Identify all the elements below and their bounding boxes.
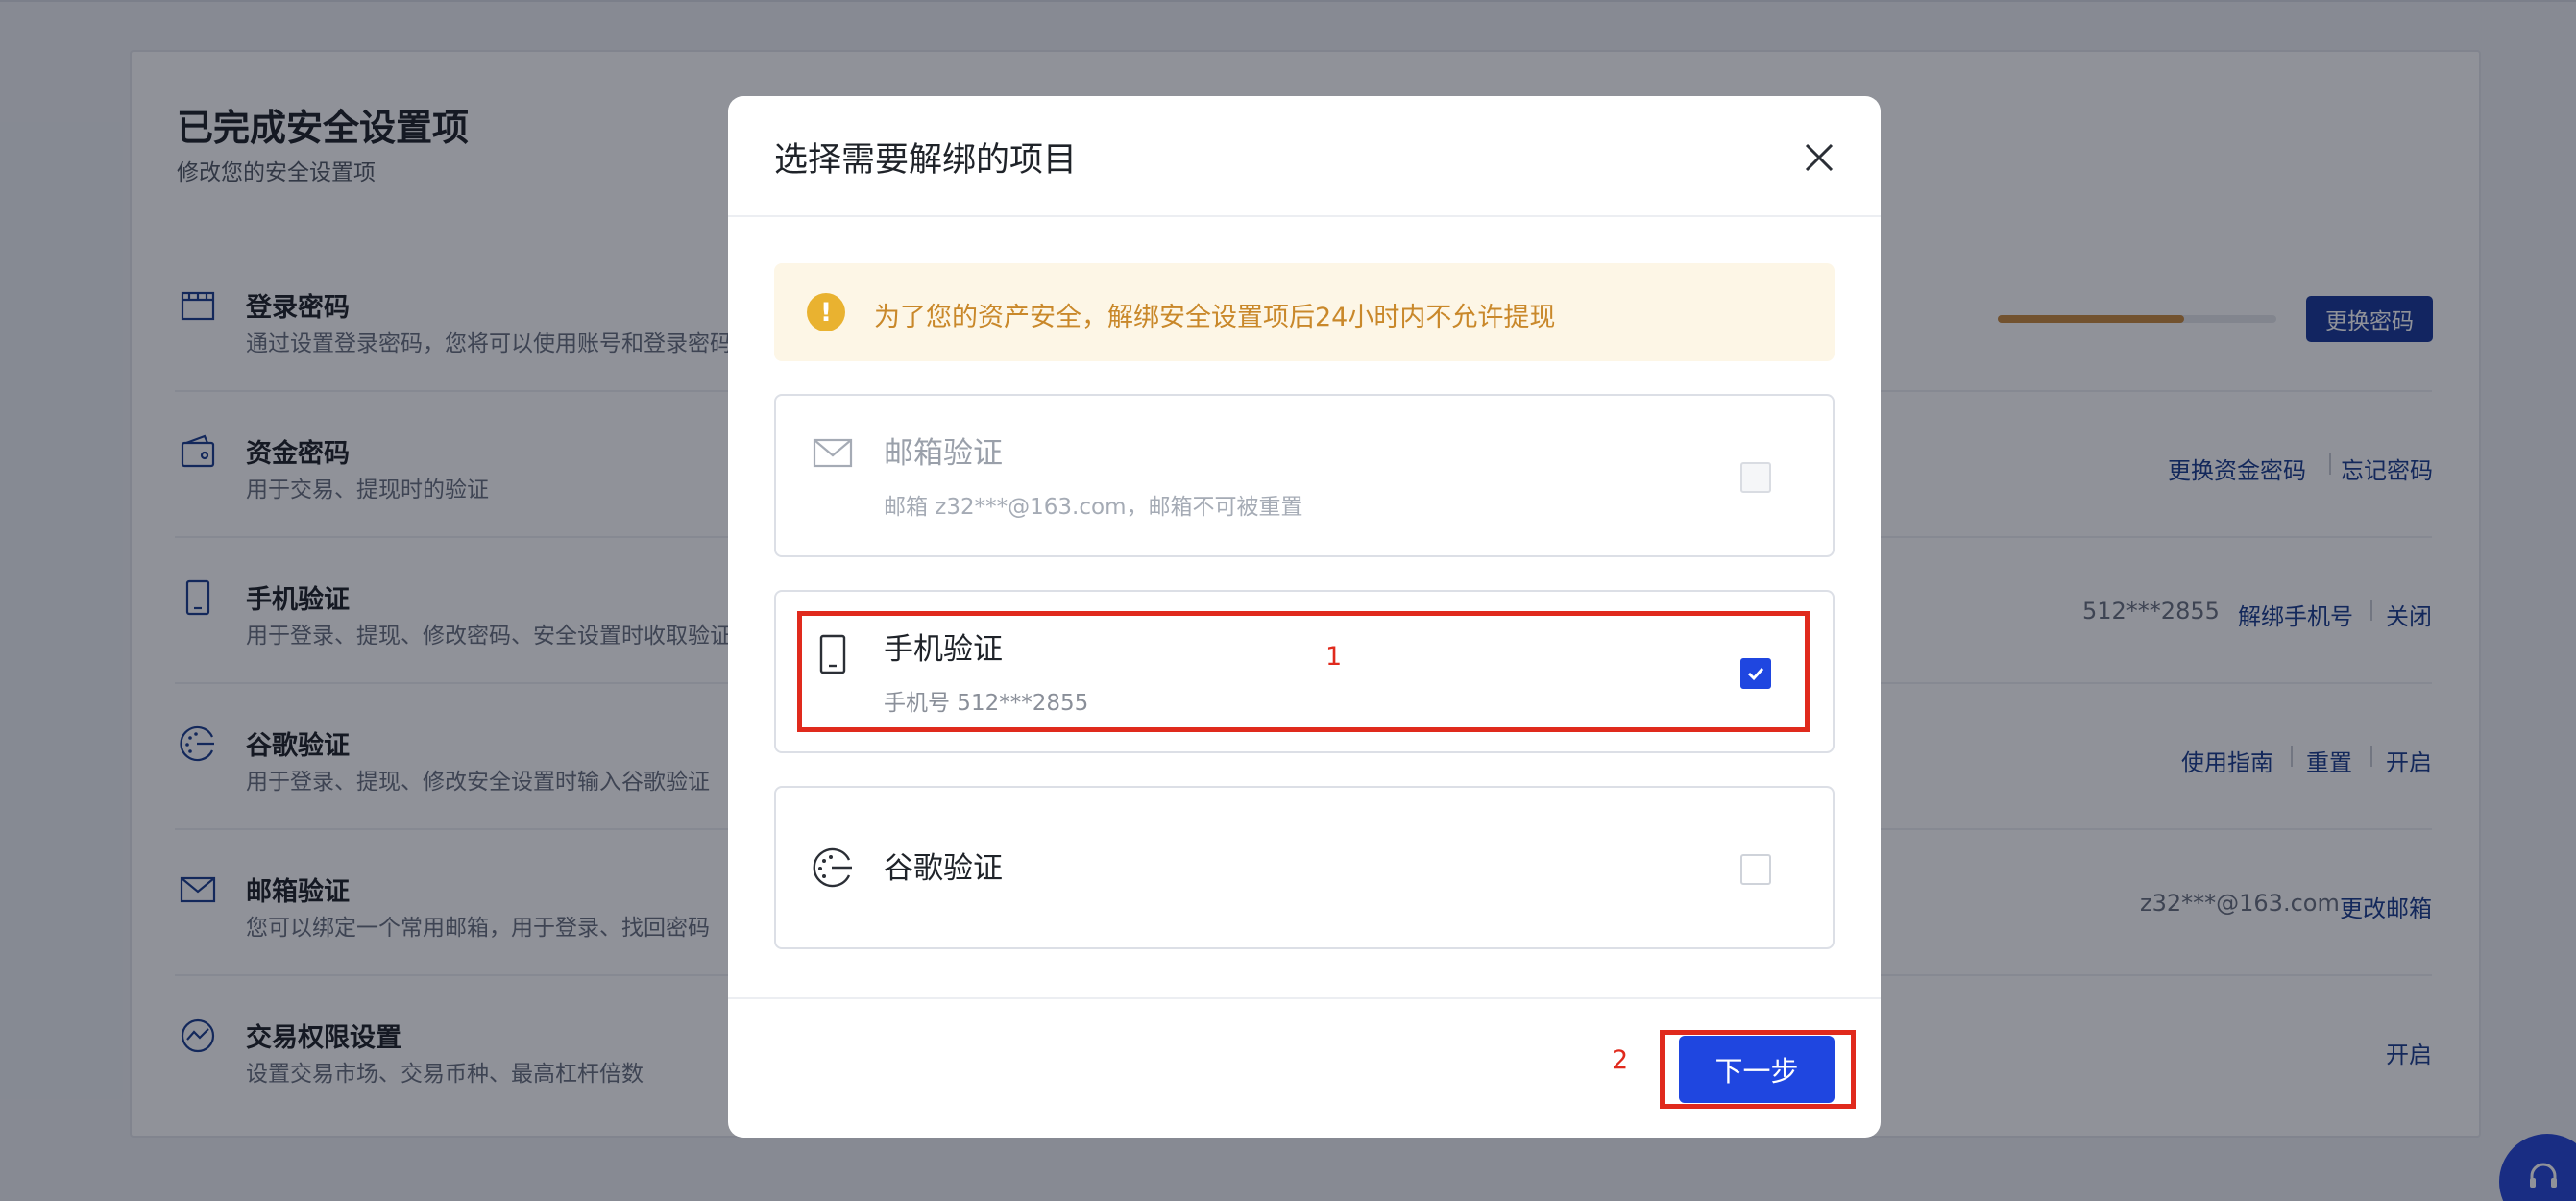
option-email: 邮箱验证 邮箱 z32***@163.com，邮箱不可被重置	[774, 394, 1835, 557]
option-checkbox[interactable]	[1740, 854, 1771, 885]
modal-header-divider	[728, 215, 1881, 217]
annotation-number-2: 2	[1612, 1045, 1629, 1075]
mail-icon	[811, 430, 855, 475]
option-google[interactable]: 谷歌验证	[774, 786, 1835, 949]
modal-footer-divider	[728, 997, 1881, 999]
warning-icon: !	[807, 293, 845, 331]
option-checkbox	[1740, 462, 1771, 493]
annotation-box-phone	[797, 611, 1810, 732]
close-icon[interactable]	[1798, 136, 1840, 179]
warning-text: 为了您的资产安全，解绑安全设置项后24小时内不允许提现	[874, 303, 1556, 332]
modal-title: 选择需要解绑的项目	[774, 141, 1078, 180]
option-title: 谷歌验证	[884, 851, 1003, 886]
warning-notice: ! 为了您的资产安全，解绑安全设置项后24小时内不允许提现	[774, 263, 1835, 361]
option-subtitle: 邮箱 z32***@163.com，邮箱不可被重置	[884, 495, 1303, 520]
option-title: 邮箱验证	[884, 436, 1003, 471]
annotation-box-next	[1660, 1030, 1856, 1109]
annotation-number-1: 1	[1325, 642, 1343, 672]
google-auth-icon	[811, 846, 855, 890]
